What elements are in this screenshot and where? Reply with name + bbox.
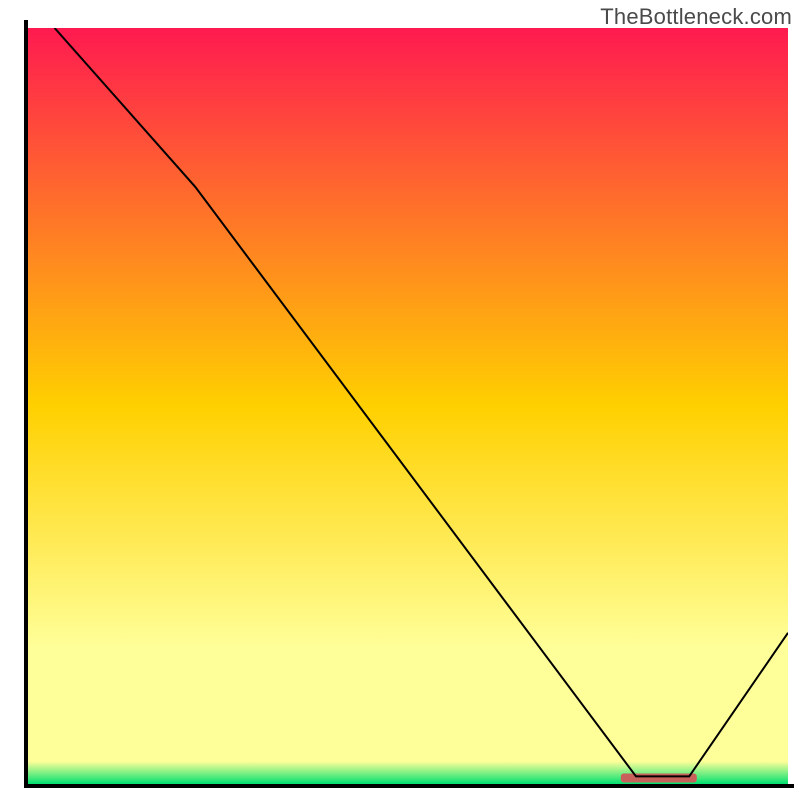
optimal-region-marker [621,773,697,782]
chart-svg [0,0,800,800]
plot-gradient-background [28,28,788,784]
chart-canvas: TheBottleneck.com [0,0,800,800]
